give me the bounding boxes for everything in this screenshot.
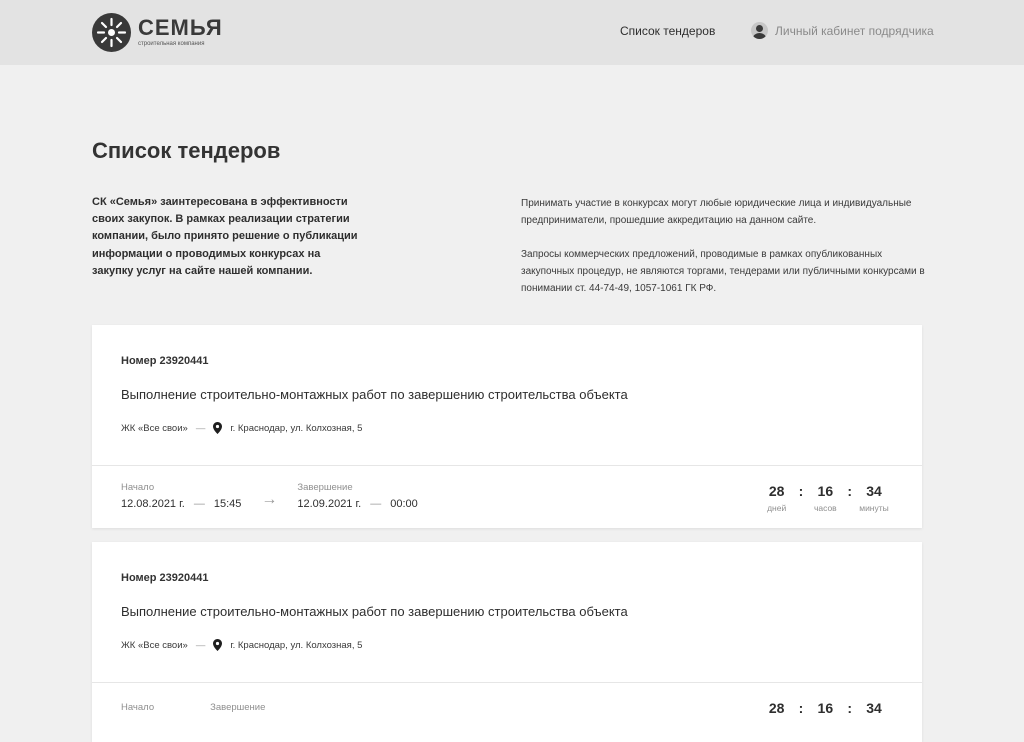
countdown-separator: : <box>847 483 852 499</box>
start-group: Начало <box>121 702 154 718</box>
tender-address: г. Краснодар, ул. Колхозная, 5 <box>230 639 363 651</box>
arrow-right-icon: → <box>261 491 278 508</box>
tender-complex: ЖК «Все свои» <box>121 639 188 651</box>
separator-dash: — <box>195 639 206 651</box>
intro-right-paragraph: Запросы коммерческих предложений, провод… <box>521 249 925 294</box>
countdown-hours-value: 16 <box>817 700 834 716</box>
tender-title[interactable]: Выполнение строительно-монтажных работ п… <box>121 604 628 619</box>
logo-text: СЕМЬЯ строительная компания <box>138 14 223 48</box>
countdown-separator: : <box>798 483 804 499</box>
start-date: 12.08.2021 г. <box>121 498 185 510</box>
end-label: Завершение <box>210 702 266 713</box>
nav-link-cabinet[interactable]: Личный кабинет подрядчика <box>751 22 934 39</box>
map-pin-icon <box>213 422 223 434</box>
tender-card[interactable]: Номер 23920441 Выполнение строительно-мо… <box>92 325 922 528</box>
countdown: 28 : 16 : 34 <box>759 699 892 717</box>
card-divider <box>92 682 922 683</box>
countdown-days: 28 дней <box>759 482 795 513</box>
countdown-minutes: 34 минуты <box>856 482 892 513</box>
end-time: 00:00 <box>390 498 418 510</box>
separator-dash: — <box>370 498 382 510</box>
countdown-days-label: дней <box>767 503 787 513</box>
tender-complex: ЖК «Все свои» <box>121 422 188 434</box>
countdown-minutes-value: 34 <box>866 483 882 499</box>
countdown-hours-value: 16 <box>817 483 834 499</box>
sun-logo-icon <box>92 12 131 52</box>
tender-address: г. Краснодар, ул. Колхозная, 5 <box>230 422 363 434</box>
separator-dash: — <box>193 498 205 510</box>
tender-location: ЖК «Все свои» — г. Краснодар, ул. Колхоз… <box>121 422 362 434</box>
user-avatar-icon <box>751 22 768 39</box>
intro-right-paragraph: Принимать участие в конкурсах могут любы… <box>521 198 912 226</box>
countdown-hours-label: часов <box>813 503 837 513</box>
tender-number: Номер 23920441 <box>121 572 209 584</box>
countdown-days-value: 28 <box>768 700 785 716</box>
start-label: Начало <box>121 702 155 713</box>
end-label: Завершение <box>297 482 353 493</box>
countdown-separator: : <box>847 700 852 716</box>
start-time: 15:45 <box>213 498 242 510</box>
end-date: 12.09.2021 г. <box>297 498 362 510</box>
countdown-hours: 16 часов <box>807 482 843 513</box>
nav-cabinet-label: Личный кабинет подрядчика <box>775 23 934 38</box>
end-group: Завершение 12.09.2021 г. — 00:00 <box>297 482 417 510</box>
countdown-minutes-value: 34 <box>866 700 882 716</box>
tender-dates: Начало 12.08.2021 г. — 15:45 → Завершени… <box>121 482 418 510</box>
card-divider <box>92 465 922 466</box>
countdown-days-value: 28 <box>768 483 785 499</box>
tender-title[interactable]: Выполнение строительно-монтажных работ п… <box>121 387 628 402</box>
countdown-hours: 16 <box>807 699 843 717</box>
page-title: Список тендеров <box>92 138 281 163</box>
intro-right: Принимать участие в конкурсах могут любы… <box>521 195 931 314</box>
logo[interactable]: СЕМЬЯ строительная компания <box>92 12 223 52</box>
end-group: Завершение <box>210 702 265 718</box>
logo-name: СЕМЬЯ <box>138 14 223 40</box>
end-value: 12.09.2021 г. — 00:00 <box>297 498 417 510</box>
tender-dates: Начало → Завершение <box>121 699 265 718</box>
countdown: 28 дней : 16 часов : 34 минуты <box>759 482 892 513</box>
separator-dash: — <box>195 422 206 434</box>
tender-location: ЖК «Все свои» — г. Краснодар, ул. Колхоз… <box>121 639 362 651</box>
countdown-days: 28 <box>759 699 795 717</box>
map-pin-icon <box>213 639 223 651</box>
tender-card[interactable]: Номер 23920441 Выполнение строительно-мо… <box>92 542 922 742</box>
site-header: СЕМЬЯ строительная компания Список тенде… <box>0 0 1024 65</box>
start-label: Начало <box>121 482 155 493</box>
countdown-separator: : <box>798 700 804 716</box>
tender-number: Номер 23920441 <box>121 355 209 367</box>
countdown-minutes-label: минуты <box>859 503 889 513</box>
intro-left-text: СК «Семья» заинтересована в эффективност… <box>92 196 358 277</box>
countdown-minutes: 34 <box>856 699 892 717</box>
start-group: Начало 12.08.2021 г. — 15:45 <box>121 482 241 510</box>
logo-subtitle: строительная компания <box>138 40 205 47</box>
start-value: 12.08.2021 г. — 15:45 <box>121 498 241 510</box>
nav-link-tenders[interactable]: Список тендеров <box>620 24 715 38</box>
